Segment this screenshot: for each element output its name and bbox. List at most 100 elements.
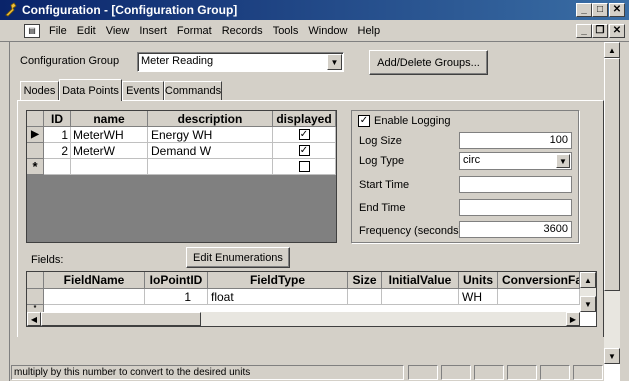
status-pane [540, 365, 570, 380]
status-pane [507, 365, 537, 380]
edit-enumerations-button[interactable]: Edit Enumerations [186, 247, 290, 268]
displayed-checkbox[interactable]: ✓ [298, 129, 310, 140]
window-right-edge [620, 42, 629, 381]
cell-initialvalue[interactable] [382, 289, 459, 305]
col-header-id[interactable]: ID [44, 111, 71, 127]
col-header-fieldtype[interactable]: FieldType [208, 272, 348, 289]
fields-horizontal-scrollbar[interactable]: ◀ ▶ [27, 312, 580, 326]
row-selector-new[interactable]: * [27, 159, 44, 175]
menu-window[interactable]: Window [303, 25, 352, 37]
main-vertical-scrollbar[interactable]: ▲ ▼ [604, 42, 620, 364]
row-selector-current[interactable]: ▶ [27, 127, 44, 143]
frequency-label: Frequency (seconds) [359, 225, 463, 237]
maximize-icon[interactable]: □ [592, 3, 608, 17]
menu-view[interactable]: View [101, 25, 135, 37]
tab-data-points[interactable]: Data Points [59, 79, 122, 101]
cell-name[interactable]: MeterWH [71, 127, 148, 143]
points-grid[interactable]: ID name description displayed ▶ 1 MeterW… [26, 110, 337, 243]
enable-logging-label: Enable Logging [374, 115, 451, 127]
scroll-up-icon[interactable]: ▲ [580, 272, 596, 288]
cell-description[interactable]: Demand W [148, 143, 273, 159]
menu-records[interactable]: Records [217, 25, 268, 37]
fields-vertical-scrollbar[interactable]: ▲ ▼ [580, 272, 596, 312]
child-close-icon[interactable]: ✕ [609, 24, 625, 38]
cell-iopointid[interactable]: 1 [145, 289, 208, 305]
window-title: Configuration - [Configuration Group] [22, 3, 238, 17]
cell-displayed: ✓ [273, 127, 336, 143]
scroll-left-icon[interactable]: ◀ [27, 312, 41, 326]
log-type-label: Log Type [359, 155, 405, 167]
app-icon [4, 2, 19, 17]
config-group-combobox[interactable]: Meter Reading ▼ [137, 52, 344, 72]
menu-file[interactable]: File [44, 25, 72, 37]
tab-nodes[interactable]: Nodes [20, 81, 59, 100]
row-selector[interactable] [27, 289, 44, 305]
status-pane [474, 365, 504, 380]
scroll-down-icon[interactable]: ▼ [580, 296, 596, 312]
scroll-thumb[interactable] [604, 58, 620, 291]
cell-fieldtype[interactable]: float [208, 289, 348, 305]
child-minimize-icon[interactable]: _ [576, 24, 592, 38]
col-header-name[interactable]: name [71, 111, 148, 127]
col-header-initialvalue[interactable]: InitialValue [382, 272, 459, 289]
col-header-size[interactable]: Size [348, 272, 382, 289]
col-header-units[interactable]: Units [459, 272, 498, 289]
log-size-input[interactable]: 100 [459, 132, 572, 149]
minimize-icon[interactable]: _ [576, 3, 592, 17]
log-type-value: circ [463, 154, 481, 166]
scroll-down-icon[interactable]: ▼ [604, 348, 620, 364]
cell-id[interactable]: 2 [44, 143, 71, 159]
displayed-checkbox-empty[interactable] [298, 161, 310, 172]
chevron-down-icon[interactable]: ▼ [556, 154, 570, 168]
log-type-select[interactable]: circ ▼ [459, 152, 572, 170]
tab-events[interactable]: Events [122, 81, 164, 100]
cell-units[interactable]: WH [459, 289, 498, 305]
col-header-conversionfactor[interactable]: ConversionFactor [498, 272, 580, 289]
child-restore-icon[interactable]: ❐ [592, 24, 608, 38]
status-pane [573, 365, 603, 380]
cell-description[interactable]: Energy WH [148, 127, 273, 143]
frequency-input[interactable]: 3600 [459, 221, 572, 238]
cell-description-new[interactable] [148, 159, 273, 175]
cell-name-new[interactable] [71, 159, 148, 175]
scroll-right-icon[interactable]: ▶ [566, 312, 580, 326]
fields-grid[interactable]: FieldName IoPointID FieldType Size Initi… [26, 271, 597, 327]
scroll-up-icon[interactable]: ▲ [604, 42, 620, 58]
grid-corner [27, 272, 44, 289]
menu-edit[interactable]: Edit [72, 25, 101, 37]
status-pane [408, 365, 438, 380]
cell-id[interactable]: 1 [44, 127, 71, 143]
enable-logging-checkbox[interactable]: ✓ [358, 115, 370, 127]
col-header-displayed[interactable]: displayed [273, 111, 336, 127]
doc-icon[interactable]: ▤ [24, 23, 40, 38]
cell-id-new[interactable] [44, 159, 71, 175]
displayed-checkbox[interactable]: ✓ [298, 145, 310, 156]
scroll-thumb[interactable] [41, 312, 201, 326]
menu-insert[interactable]: Insert [134, 25, 172, 37]
cell-fieldname[interactable] [44, 289, 145, 305]
config-group-value: Meter Reading [141, 55, 214, 67]
chevron-down-icon[interactable]: ▼ [327, 54, 342, 70]
status-pane [441, 365, 471, 380]
close-icon[interactable]: ✕ [609, 3, 625, 17]
cell-conversionfactor[interactable] [498, 289, 580, 305]
end-time-input[interactable] [459, 199, 572, 216]
window-left-edge [0, 42, 10, 381]
menu-tools[interactable]: Tools [268, 25, 304, 37]
cell-name[interactable]: MeterW [71, 143, 148, 159]
add-delete-groups-button[interactable]: Add/Delete Groups... [369, 50, 488, 75]
col-header-fieldname[interactable]: FieldName [44, 272, 145, 289]
menu-help[interactable]: Help [353, 25, 386, 37]
status-bar: multiply by this number to convert to th… [10, 364, 604, 381]
cell-size[interactable] [348, 289, 382, 305]
start-time-input[interactable] [459, 176, 572, 193]
fields-label: Fields: [31, 254, 64, 266]
window-titlebar[interactable]: Configuration - [Configuration Group] _ … [0, 0, 629, 20]
col-header-description[interactable]: description [148, 111, 273, 127]
tab-commands[interactable]: Commands [164, 81, 222, 100]
col-header-iopointid[interactable]: IoPointID [145, 272, 208, 289]
status-text: multiply by this number to convert to th… [14, 367, 251, 378]
config-group-label: Configuration Group [20, 55, 120, 67]
menu-format[interactable]: Format [172, 25, 217, 37]
row-selector[interactable] [27, 143, 44, 159]
